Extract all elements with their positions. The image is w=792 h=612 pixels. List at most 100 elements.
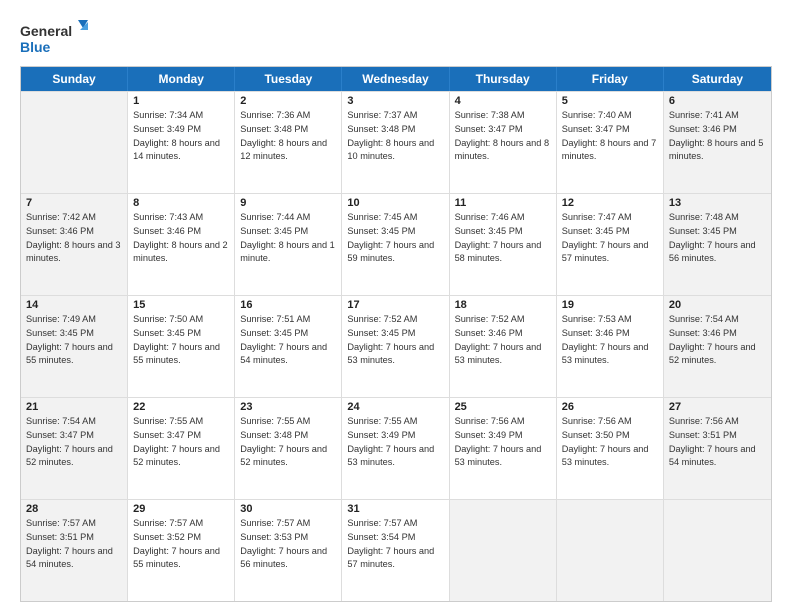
week-row-4: 21Sunrise: 7:54 AMSunset: 3:47 PMDayligh… xyxy=(21,397,771,499)
cell-info-line: Sunrise: 7:37 AM xyxy=(347,109,443,123)
cell-info-line: Sunrise: 7:42 AM xyxy=(26,211,122,225)
cell-info-line: Sunset: 3:54 PM xyxy=(347,531,443,545)
day-number: 9 xyxy=(240,197,336,209)
cell-info-line: Sunset: 3:46 PM xyxy=(133,225,229,239)
cell-3-4: 25Sunrise: 7:56 AMSunset: 3:49 PMDayligh… xyxy=(450,398,557,499)
cell-info-line: Sunset: 3:45 PM xyxy=(26,327,122,341)
day-number: 29 xyxy=(133,503,229,515)
cell-3-3: 24Sunrise: 7:55 AMSunset: 3:49 PMDayligh… xyxy=(342,398,449,499)
day-number: 19 xyxy=(562,299,658,311)
cell-info-line: Daylight: 8 hours and 5 minutes. xyxy=(669,137,766,165)
cell-0-2: 2Sunrise: 7:36 AMSunset: 3:48 PMDaylight… xyxy=(235,92,342,193)
cell-4-4 xyxy=(450,500,557,601)
cell-4-0: 28 Sunrise: 7:57 AMSunset: 3:51 PMDayligh… xyxy=(21,500,128,601)
day-number: 23 xyxy=(240,401,336,413)
cell-info-line: Daylight: 7 hours and 54 minutes. xyxy=(669,443,766,471)
day-number: 1 xyxy=(133,95,229,107)
cell-4-5 xyxy=(557,500,664,601)
week-row-5: 28Sunrise: 7:57 AMSunset: 3:51 PMDayligh… xyxy=(21,499,771,601)
calendar: Sunday Monday Tuesday Wednesday Thursday… xyxy=(20,66,772,602)
cell-info-line: Sunrise: 7:56 AM xyxy=(562,415,658,429)
cell-info-line: Sunset: 3:45 PM xyxy=(562,225,658,239)
cell-info-line: Sunset: 3:47 PM xyxy=(133,429,229,443)
cell-info-line: Daylight: 7 hours and 52 minutes. xyxy=(26,443,122,471)
cell-info-line: Daylight: 7 hours and 57 minutes. xyxy=(562,239,658,267)
day-number: 17 xyxy=(347,299,443,311)
cell-info-line: Daylight: 7 hours and 55 minutes. xyxy=(133,545,229,573)
cell-info-line: Daylight: 7 hours and 54 minutes. xyxy=(240,341,336,369)
cell-4-3: 31Sunrise: 7:57 AMSunset: 3:54 PMDayligh… xyxy=(342,500,449,601)
cell-info-line: Daylight: 7 hours and 53 minutes. xyxy=(562,443,658,471)
calendar-body: 1Sunrise: 7:34 AMSunset: 3:49 PMDaylight… xyxy=(21,91,771,601)
page: General Blue Sunday Monday Tuesday Wedne… xyxy=(0,0,792,612)
cell-1-1: 8 Sunrise: 7:43 AMSunset: 3:46 PMDaylight… xyxy=(128,194,235,295)
cell-0-5: 5Sunrise: 7:40 AMSunset: 3:47 PMDaylight… xyxy=(557,92,664,193)
cell-info-line: Sunset: 3:48 PM xyxy=(240,429,336,443)
cell-0-3: 3Sunrise: 7:37 AMSunset: 3:48 PMDaylight… xyxy=(342,92,449,193)
day-number: 20 xyxy=(669,299,766,311)
cell-info-line: Daylight: 7 hours and 55 minutes. xyxy=(133,341,229,369)
day-number: 31 xyxy=(347,503,443,515)
cell-info-line: Sunset: 3:45 PM xyxy=(347,225,443,239)
cell-info-line: Sunrise: 7:51 AM xyxy=(240,313,336,327)
cell-info-line: Daylight: 7 hours and 54 minutes. xyxy=(26,545,122,573)
cell-info-line: Sunrise: 7:45 AM xyxy=(347,211,443,225)
day-number: 8 xyxy=(133,197,229,209)
cell-info-line: Daylight: 7 hours and 56 minutes. xyxy=(240,545,336,573)
cell-3-2: 23Sunrise: 7:55 AMSunset: 3:48 PMDayligh… xyxy=(235,398,342,499)
logo-svg: General Blue xyxy=(20,18,90,58)
day-number: 14 xyxy=(26,299,122,311)
header-wednesday: Wednesday xyxy=(342,67,449,91)
cell-1-0: 7Sunrise: 7:42 AMSunset: 3:46 PMDaylight… xyxy=(21,194,128,295)
cell-info-line: Sunset: 3:50 PM xyxy=(562,429,658,443)
cell-2-0: 14Sunrise: 7:49 AMSunset: 3:45 PMDayligh… xyxy=(21,296,128,397)
cell-info-line: Daylight: 7 hours and 52 minutes. xyxy=(669,341,766,369)
cell-1-6: 13Sunrise: 7:48 AMSunset: 3:45 PMDayligh… xyxy=(664,194,771,295)
cell-info-line: Sunset: 3:51 PM xyxy=(669,429,766,443)
cell-info-line: Sunrise: 7:41 AM xyxy=(669,109,766,123)
cell-info-line: Daylight: 8 hours and 2 minutes. xyxy=(133,239,229,267)
cell-info-line: Daylight: 7 hours and 55 minutes. xyxy=(26,341,122,369)
cell-info-line: Sunrise: 7:57 AM xyxy=(26,517,122,531)
cell-info-line: Sunset: 3:46 PM xyxy=(669,123,766,137)
header: General Blue xyxy=(20,18,772,58)
cell-1-5: 12Sunrise: 7:47 AMSunset: 3:45 PMDayligh… xyxy=(557,194,664,295)
cell-info-line: Daylight: 8 hours and 12 minutes. xyxy=(240,137,336,165)
day-number: 27 xyxy=(669,401,766,413)
cell-3-5: 26Sunrise: 7:56 AMSunset: 3:50 PMDayligh… xyxy=(557,398,664,499)
cell-info-line: Daylight: 7 hours and 57 minutes. xyxy=(347,545,443,573)
cell-info-line: Sunset: 3:47 PM xyxy=(455,123,551,137)
cell-info-line: Daylight: 8 hours and 7 minutes. xyxy=(562,137,658,165)
cell-2-5: 19Sunrise: 7:53 AMSunset: 3:46 PMDayligh… xyxy=(557,296,664,397)
day-number: 28 xyxy=(26,503,122,515)
cell-0-0 xyxy=(21,92,128,193)
cell-info-line: Sunrise: 7:50 AM xyxy=(133,313,229,327)
cell-info-line: Sunrise: 7:57 AM xyxy=(240,517,336,531)
cell-1-4: 11Sunrise: 7:46 AMSunset: 3:45 PMDayligh… xyxy=(450,194,557,295)
cell-0-4: 4Sunrise: 7:38 AMSunset: 3:47 PMDaylight… xyxy=(450,92,557,193)
header-friday: Friday xyxy=(557,67,664,91)
cell-info-line: Daylight: 8 hours and 1 minute. xyxy=(240,239,336,267)
day-number: 21 xyxy=(26,401,122,413)
cell-info-line: Daylight: 8 hours and 8 minutes. xyxy=(455,137,551,165)
cell-info-line: Sunrise: 7:43 AM xyxy=(133,211,229,225)
cell-info-line: Sunrise: 7:44 AM xyxy=(240,211,336,225)
cell-info-line: Sunset: 3:47 PM xyxy=(562,123,658,137)
day-number: 3 xyxy=(347,95,443,107)
cell-info-line: Sunset: 3:45 PM xyxy=(455,225,551,239)
cell-info-line: Sunset: 3:49 PM xyxy=(347,429,443,443)
cell-info-line: Sunset: 3:48 PM xyxy=(347,123,443,137)
day-number: 7 xyxy=(26,197,122,209)
cell-info-line: Sunset: 3:46 PM xyxy=(669,327,766,341)
cell-info-line: Sunset: 3:51 PM xyxy=(26,531,122,545)
day-number: 11 xyxy=(455,197,551,209)
header-thursday: Thursday xyxy=(450,67,557,91)
week-row-2: 7Sunrise: 7:42 AMSunset: 3:46 PMDaylight… xyxy=(21,193,771,295)
cell-4-2: 30Sunrise: 7:57 AMSunset: 3:53 PMDayligh… xyxy=(235,500,342,601)
cell-info-line: Sunrise: 7:52 AM xyxy=(347,313,443,327)
day-number: 16 xyxy=(240,299,336,311)
cell-info-line: Daylight: 7 hours and 53 minutes. xyxy=(562,341,658,369)
cell-info-line: Sunset: 3:45 PM xyxy=(240,225,336,239)
logo: General Blue xyxy=(20,18,90,58)
cell-info-line: Sunrise: 7:54 AM xyxy=(669,313,766,327)
